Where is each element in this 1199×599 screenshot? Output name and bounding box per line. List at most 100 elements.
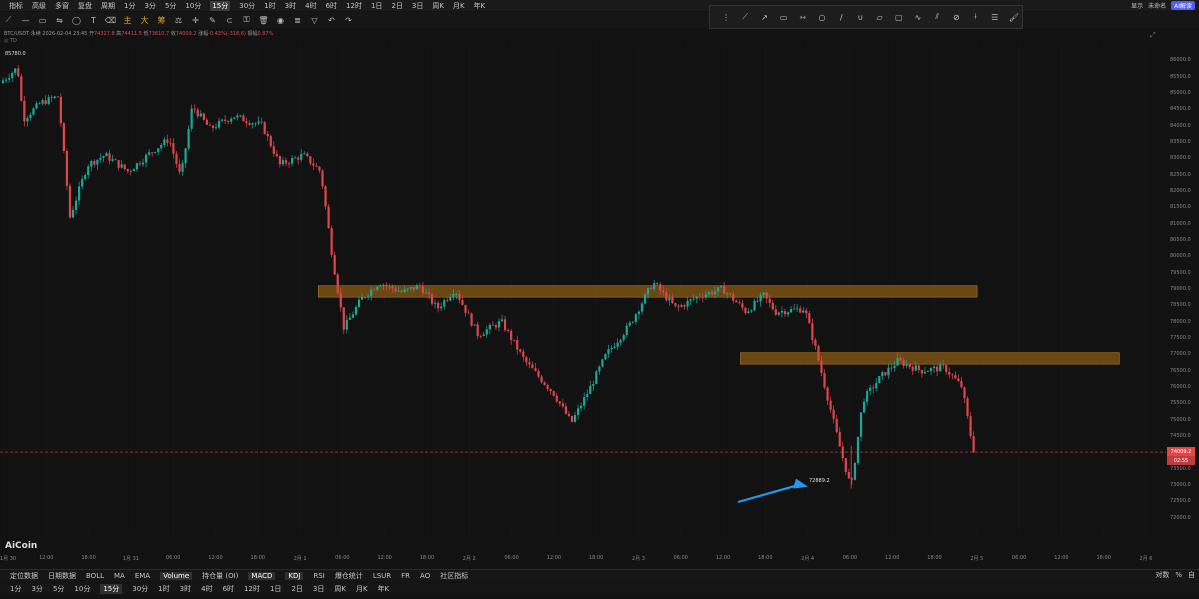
high-marker-label: 85780.0: [5, 51, 26, 57]
indicator-tab-6[interactable]: 持仓量 (OI): [202, 571, 238, 581]
candle-body: [607, 349, 610, 354]
interval-tab-6[interactable]: 1时: [158, 584, 169, 594]
interval-tab-9[interactable]: 6时: [223, 584, 234, 594]
scale-option-2[interactable]: 自: [1188, 570, 1195, 580]
candle-body: [354, 307, 358, 315]
candle-body: [20, 76, 23, 101]
candle-body: [592, 384, 595, 386]
candle-body: [905, 364, 908, 366]
candle-body: [707, 292, 711, 295]
indicator-tab-9[interactable]: RSI: [313, 572, 324, 580]
indicator-tab-1[interactable]: 日期数据: [48, 571, 76, 581]
y-tick-label: 80000.0: [1170, 253, 1191, 260]
candle-body: [269, 136, 272, 147]
candle-body: [38, 103, 41, 105]
y-tick-label: 78500.0: [1170, 302, 1191, 309]
interval-tab-16[interactable]: 年K: [378, 584, 390, 594]
candle-body: [190, 108, 193, 129]
indicator-tab-8[interactable]: KDJ: [285, 572, 304, 580]
candle-body: [178, 164, 181, 172]
candle-body: [704, 294, 707, 298]
candle-body: [144, 154, 148, 163]
interval-tab-15[interactable]: 月K: [356, 584, 368, 594]
candle-body: [254, 123, 257, 125]
candle-body: [263, 122, 266, 134]
scale-option-1[interactable]: %: [1175, 571, 1182, 579]
candle-body: [522, 351, 525, 358]
candle-body: [443, 300, 446, 307]
candle-body: [196, 109, 199, 117]
candle-body: [765, 292, 768, 299]
indicator-tab-11[interactable]: LSUR: [373, 572, 391, 580]
candle-body: [330, 228, 333, 256]
candle-body: [570, 415, 574, 422]
candle-body: [774, 309, 777, 315]
candle-body: [853, 463, 857, 480]
candle-body: [793, 308, 796, 310]
candle-body: [485, 329, 488, 335]
time-axis[interactable]: 1月 30 12:00 18:00 1月 31 06:00 12:00 18:00 2月 1 0…: [0, 555, 1166, 565]
indicator-tab-2[interactable]: BOLL: [86, 572, 104, 580]
candle-body: [242, 115, 245, 122]
candle-body: [217, 120, 221, 128]
candle-body: [771, 302, 774, 310]
x-tick-label: 06:00: [1011, 555, 1027, 561]
ai-interpret-button[interactable]: AI解读: [1171, 1, 1195, 10]
indicator-tab-10[interactable]: 爆仓统计: [335, 571, 363, 581]
candle-body: [290, 157, 294, 164]
interval-tab-2[interactable]: 5分: [53, 584, 64, 594]
candle-body: [844, 458, 847, 473]
candle-body: [510, 330, 513, 340]
indicator-tab-0[interactable]: 定位数据: [10, 571, 38, 581]
candle-body: [902, 360, 905, 366]
candle-body: [802, 310, 805, 313]
x-tick-label: 2月 5: [970, 556, 984, 562]
indicator-tab-3[interactable]: MA: [114, 572, 125, 580]
interval-tab-10[interactable]: 12时: [244, 584, 260, 594]
candle-body: [583, 397, 586, 406]
scale-option-0[interactable]: 对数: [1155, 570, 1169, 580]
interval-tab-12[interactable]: 2日: [291, 584, 302, 594]
interval-tab-3[interactable]: 10分: [74, 584, 90, 594]
candle-body: [616, 342, 619, 347]
candle-body: [452, 294, 455, 297]
interval-tab-1[interactable]: 3分: [31, 584, 42, 594]
indicator-tab-4[interactable]: EMA: [135, 572, 150, 580]
interval-tab-8[interactable]: 4时: [201, 584, 212, 594]
interval-tab-13[interactable]: 3日: [313, 584, 324, 594]
x-tick-label: 2月 2: [462, 556, 476, 562]
candle-body: [418, 285, 421, 287]
interval-tab-4[interactable]: 15分: [100, 584, 123, 594]
candle-body: [659, 284, 662, 291]
interval-tab-11[interactable]: 1日: [270, 584, 281, 594]
interval-tab-0[interactable]: 1分: [10, 584, 21, 594]
candle-body: [160, 145, 163, 149]
indicator-tab-13[interactable]: AO: [420, 572, 430, 580]
y-tick-label: 72000.0: [1170, 514, 1191, 521]
x-tick-label: 12:00: [1054, 555, 1069, 561]
y-tick-label: 81500.0: [1170, 204, 1191, 211]
candle-body: [814, 339, 817, 346]
indicator-tab-5[interactable]: Volume: [160, 572, 193, 580]
candle-body: [619, 339, 622, 343]
candle-body: [923, 371, 927, 374]
candle-body: [534, 368, 537, 371]
interval-tab-14[interactable]: 周K: [334, 584, 346, 594]
indicator-tab-14[interactable]: 社区指标: [440, 571, 468, 581]
candle-body: [93, 161, 96, 165]
candle-body: [181, 163, 184, 172]
candle-body: [257, 121, 260, 124]
interval-tab-5[interactable]: 30分: [132, 584, 148, 594]
candle-body: [336, 274, 339, 293]
candle-body: [580, 405, 583, 409]
candle-body: [47, 97, 50, 105]
price-chart[interactable]: [0, 0, 1166, 565]
candle-body: [123, 164, 126, 169]
candle-body: [312, 163, 315, 166]
indicator-tab-12[interactable]: FR: [401, 572, 410, 580]
interval-tab-7[interactable]: 3时: [180, 584, 191, 594]
indicator-tab-7[interactable]: MACD: [248, 572, 276, 580]
candle-body: [32, 108, 35, 115]
candle-body: [555, 395, 558, 402]
candle-body: [656, 283, 659, 285]
